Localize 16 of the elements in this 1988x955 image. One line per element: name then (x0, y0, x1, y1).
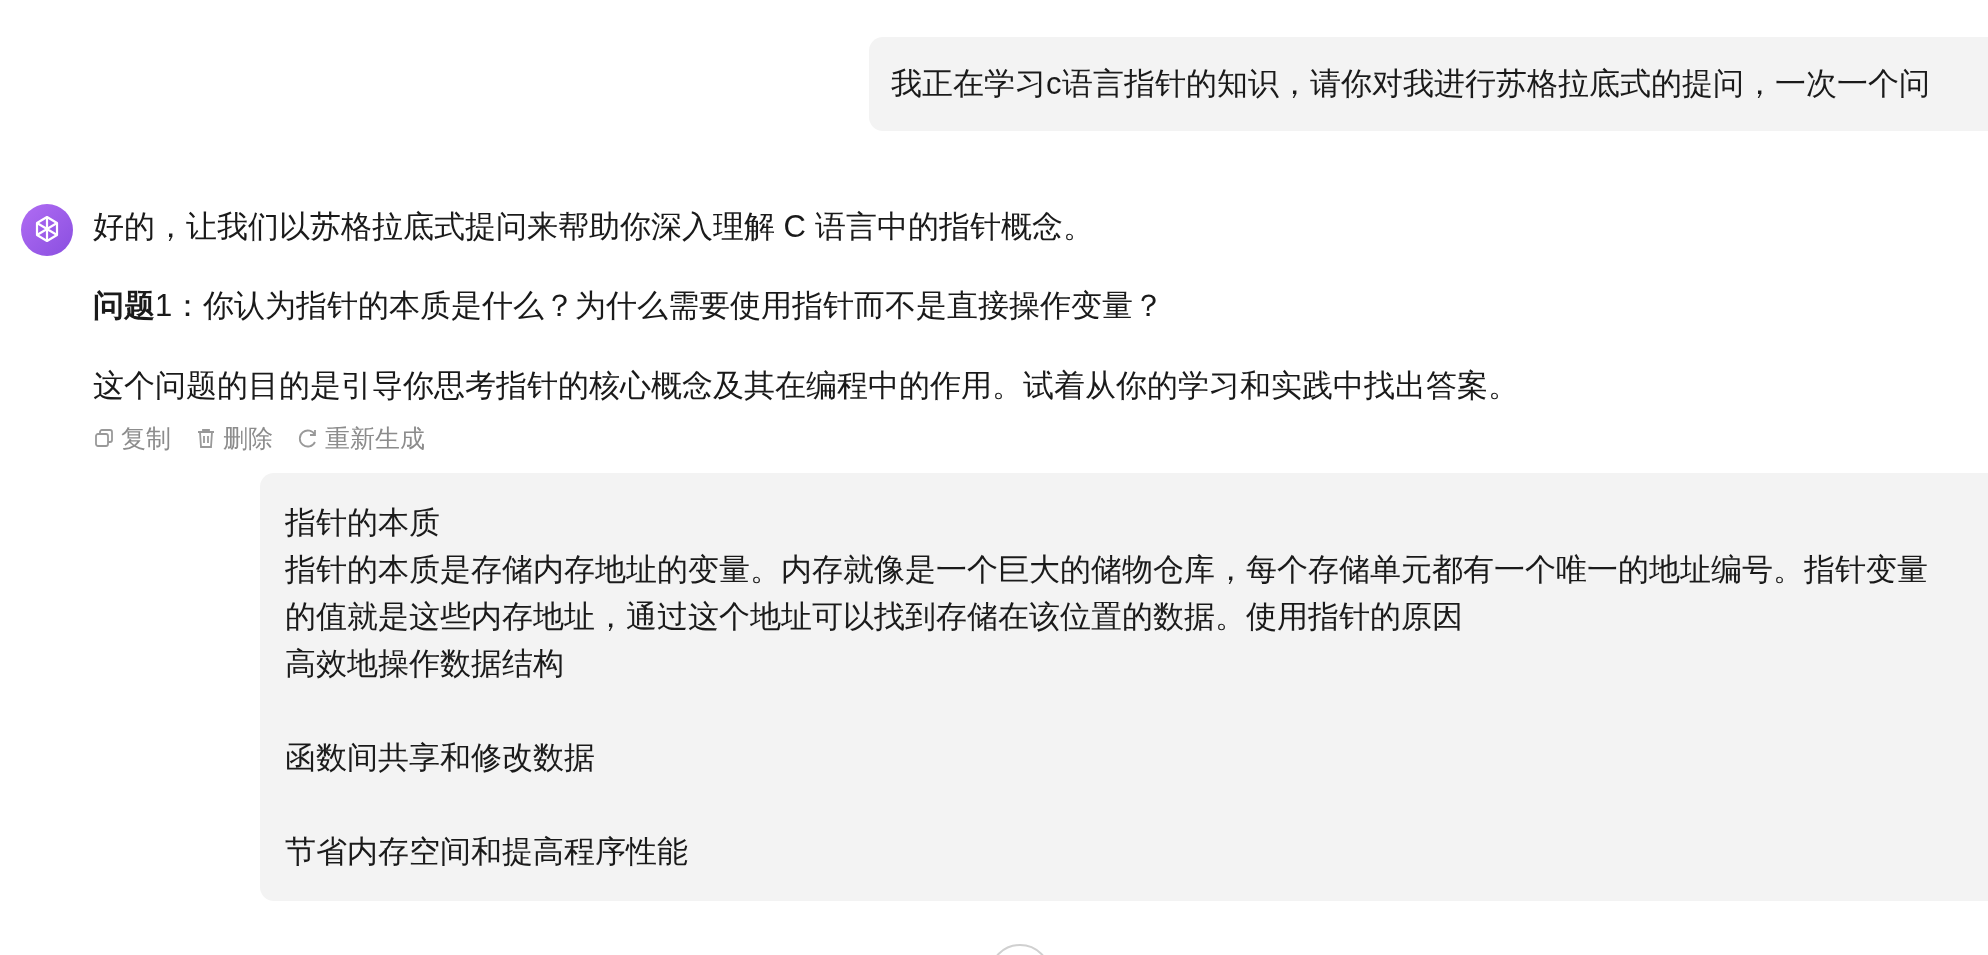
message-text: 函数间共享和修改数据 (285, 739, 596, 777)
refresh-icon (297, 427, 319, 449)
message-text: 高效地操作数据结构 (285, 645, 565, 683)
action-button[interactable]: 重新生成 (297, 421, 425, 455)
action-button[interactable]: 删除 (195, 421, 273, 455)
trash-icon (195, 427, 217, 449)
action-button[interactable]: 复制 (93, 421, 171, 455)
copy-icon (93, 427, 115, 449)
assistant-avatar-icon (21, 204, 73, 256)
message-paragraph: 好的，让我们以苏格拉底式提问来帮助你深入理解 C 语言中的指针概念。 (93, 208, 1095, 246)
message-text: 指针的本质是存储内存地址的变量。内存就像是一个巨大的储物仓库，每个存储单元都有一个唯一的地址编号。指针变量的值就是这些内存地址，通过这个地址可以找到存储在该位置的数据。使用指针的原因 (285, 551, 1929, 636)
message-text: 节省内存空间和提高程序性能 (285, 833, 689, 871)
message-paragraph: 问题1：你认为指针的本质是什么？为什么需要使用指针而不是直接操作变量？ (93, 287, 1166, 325)
user-message: 我正在学习c语言指针的知识，请你对我进行苏格拉底式的提问，一次一个问 (869, 37, 1988, 131)
message-text: 指针的本质 (285, 504, 441, 542)
message-paragraph: 这个问题的目的是引导你思考指针的核心概念及其在编程中的作用。试着从你的学习和实践中找出答案。 (93, 367, 1519, 405)
